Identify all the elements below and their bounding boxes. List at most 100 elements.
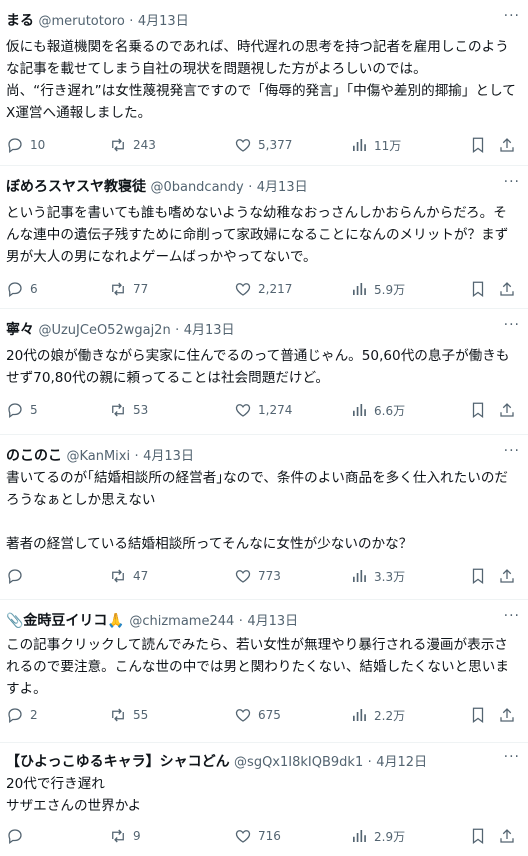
heart-icon (235, 139, 251, 152)
like-button[interactable]: 1,274 (234, 401, 292, 419)
retweet-icon (112, 829, 124, 843)
tweet[interactable]: ぼめろスヤスヤ教寝徒 @0bandcandy · 4月13日 ··· という記事… (0, 166, 528, 309)
post-date[interactable]: 4月13日 (257, 180, 308, 195)
retweet-button[interactable]: 47 (109, 567, 148, 585)
view-count: 2.9万 (374, 829, 406, 844)
share-button[interactable] (498, 827, 516, 845)
reply-icon (8, 829, 22, 845)
analytics-icon (353, 570, 366, 582)
separator-dot: · (129, 14, 134, 29)
share-icon (500, 708, 514, 722)
bookmark-icon (472, 137, 484, 154)
like-count: 1,274 (258, 403, 293, 417)
like-count: 2,217 (258, 282, 293, 296)
reply-button[interactable] (6, 827, 30, 845)
share-button[interactable] (498, 567, 516, 585)
views-button[interactable]: 11万 (350, 136, 401, 154)
author-handle[interactable]: @merutotoro (38, 14, 124, 29)
tweet-text: 書いてるのが｢結婚相談所の経営者｣なので、条件のよい商品を多く仕入れたいのだろう… (6, 470, 509, 552)
view-count: 2.2万 (374, 708, 406, 723)
separator-dot: · (175, 323, 180, 338)
author-name[interactable]: のこのこ (6, 448, 62, 464)
post-date[interactable]: 4月13日 (143, 449, 194, 464)
more-options-icon[interactable]: ··· (504, 174, 520, 190)
author-handle[interactable]: @chizmame244 (129, 614, 234, 629)
bookmark-button[interactable] (469, 706, 487, 724)
reply-button[interactable] (6, 567, 30, 585)
retweet-icon (112, 403, 124, 417)
like-button[interactable]: 5,377 (234, 136, 292, 154)
more-options-icon[interactable]: ··· (504, 8, 520, 24)
tweet-header: 📎金時豆イリコ🙏 @chizmame244 · 4月13日 ··· (6, 608, 522, 632)
post-date[interactable]: 4月13日 (247, 614, 298, 629)
views-button[interactable]: 3.3万 (350, 567, 405, 585)
reply-button[interactable]: 5 (6, 401, 38, 419)
tweet[interactable]: のこのこ @KanMixi · 4月13日 ··· 書いてるのが｢結婚相談所の経… (0, 435, 528, 600)
more-options-icon[interactable]: ··· (504, 608, 520, 624)
bookmark-button[interactable] (469, 827, 487, 845)
separator-dot: · (248, 180, 253, 195)
author-handle[interactable]: @sgQx1I8kIQB9dk1 (234, 755, 363, 770)
retweet-icon (112, 138, 124, 152)
tweet[interactable]: 寧々 @UzuJCeO52wgaj2n · 4月13日 ··· 20代の娘が働き… (0, 309, 528, 435)
like-button[interactable]: 773 (234, 567, 281, 585)
author-handle[interactable]: @0bandcandy (150, 180, 243, 195)
tweet-header: 寧々 @UzuJCeO52wgaj2n · 4月13日 ··· (6, 317, 522, 341)
share-button[interactable] (498, 401, 516, 419)
share-button[interactable] (498, 280, 516, 298)
share-button[interactable] (498, 136, 516, 154)
retweet-button[interactable]: 243 (109, 136, 156, 154)
retweet-button[interactable]: 53 (109, 401, 148, 419)
action-bar: 5 53 1,274 6.6万 (6, 401, 522, 423)
tweet[interactable]: 【ひよっこゆるキャラ】シャコどん @sgQx1I8kIQB9dk1 · 4月12… (0, 743, 528, 856)
retweet-button[interactable]: 77 (109, 280, 148, 298)
retweet-button[interactable]: 9 (109, 827, 141, 845)
share-icon (500, 138, 514, 152)
bookmark-icon (472, 402, 484, 419)
action-bar: 6 77 2,217 5.9万 (6, 280, 522, 302)
bookmark-button[interactable] (469, 280, 487, 298)
tweet[interactable]: まる @merutotoro · 4月13日 ··· 仮にも報道機関を名乗るので… (0, 0, 528, 166)
post-date[interactable]: 4月12日 (376, 755, 427, 770)
view-count: 5.9万 (374, 282, 406, 297)
separator-dot: · (238, 614, 243, 629)
views-button[interactable]: 2.9万 (350, 827, 405, 845)
more-options-icon[interactable]: ··· (504, 317, 520, 333)
bookmark-icon (472, 568, 484, 585)
reply-button[interactable]: 10 (6, 136, 45, 154)
share-button[interactable] (498, 706, 516, 724)
views-button[interactable]: 6.6万 (350, 401, 405, 419)
bookmark-button[interactable] (469, 401, 487, 419)
tweet-text: 20代で行き遅れ サザエさんの世界かよ (6, 776, 142, 814)
like-button[interactable]: 675 (234, 706, 281, 724)
retweet-button[interactable]: 55 (109, 706, 148, 724)
like-button[interactable]: 716 (234, 827, 281, 845)
tweet-text: この記事クリックして読んでみたら、若い女性が無理やり暴行される漫画が表示されるの… (6, 637, 509, 697)
author-name[interactable]: ぼめろスヤスヤ教寝徒 (6, 179, 146, 195)
heart-icon (235, 570, 251, 583)
author-name[interactable]: 寧々 (6, 322, 34, 338)
more-options-icon[interactable]: ··· (504, 443, 520, 459)
reply-button[interactable]: 2 (6, 706, 38, 724)
author-handle[interactable]: @UzuJCeO52wgaj2n (38, 323, 170, 338)
post-date[interactable]: 4月13日 (184, 323, 235, 338)
reply-button[interactable]: 6 (6, 280, 38, 298)
like-button[interactable]: 2,217 (234, 280, 292, 298)
author-name[interactable]: 【ひよっこゆるキャラ】シャコどん (6, 754, 230, 770)
views-button[interactable]: 5.9万 (350, 280, 405, 298)
author-name[interactable]: 📎金時豆イリコ🙏 (6, 613, 125, 629)
bookmark-button[interactable] (469, 567, 487, 585)
tweet[interactable]: 📎金時豆イリコ🙏 @chizmame244 · 4月13日 ··· この記事クリ… (0, 600, 528, 743)
action-bar: 9 716 2.9万 (6, 827, 522, 849)
bookmark-button[interactable] (469, 136, 487, 154)
views-button[interactable]: 2.2万 (350, 706, 405, 724)
action-bar: 2 55 675 2.2万 (6, 706, 522, 728)
post-date[interactable]: 4月13日 (138, 14, 189, 29)
author-handle[interactable]: @KanMixi (66, 449, 130, 464)
reply-icon (8, 138, 22, 154)
reply-count: 6 (30, 282, 38, 296)
author-name[interactable]: まる (6, 13, 34, 29)
analytics-icon (353, 139, 366, 151)
more-options-icon[interactable]: ··· (504, 749, 520, 765)
reply-count: 2 (30, 708, 38, 722)
